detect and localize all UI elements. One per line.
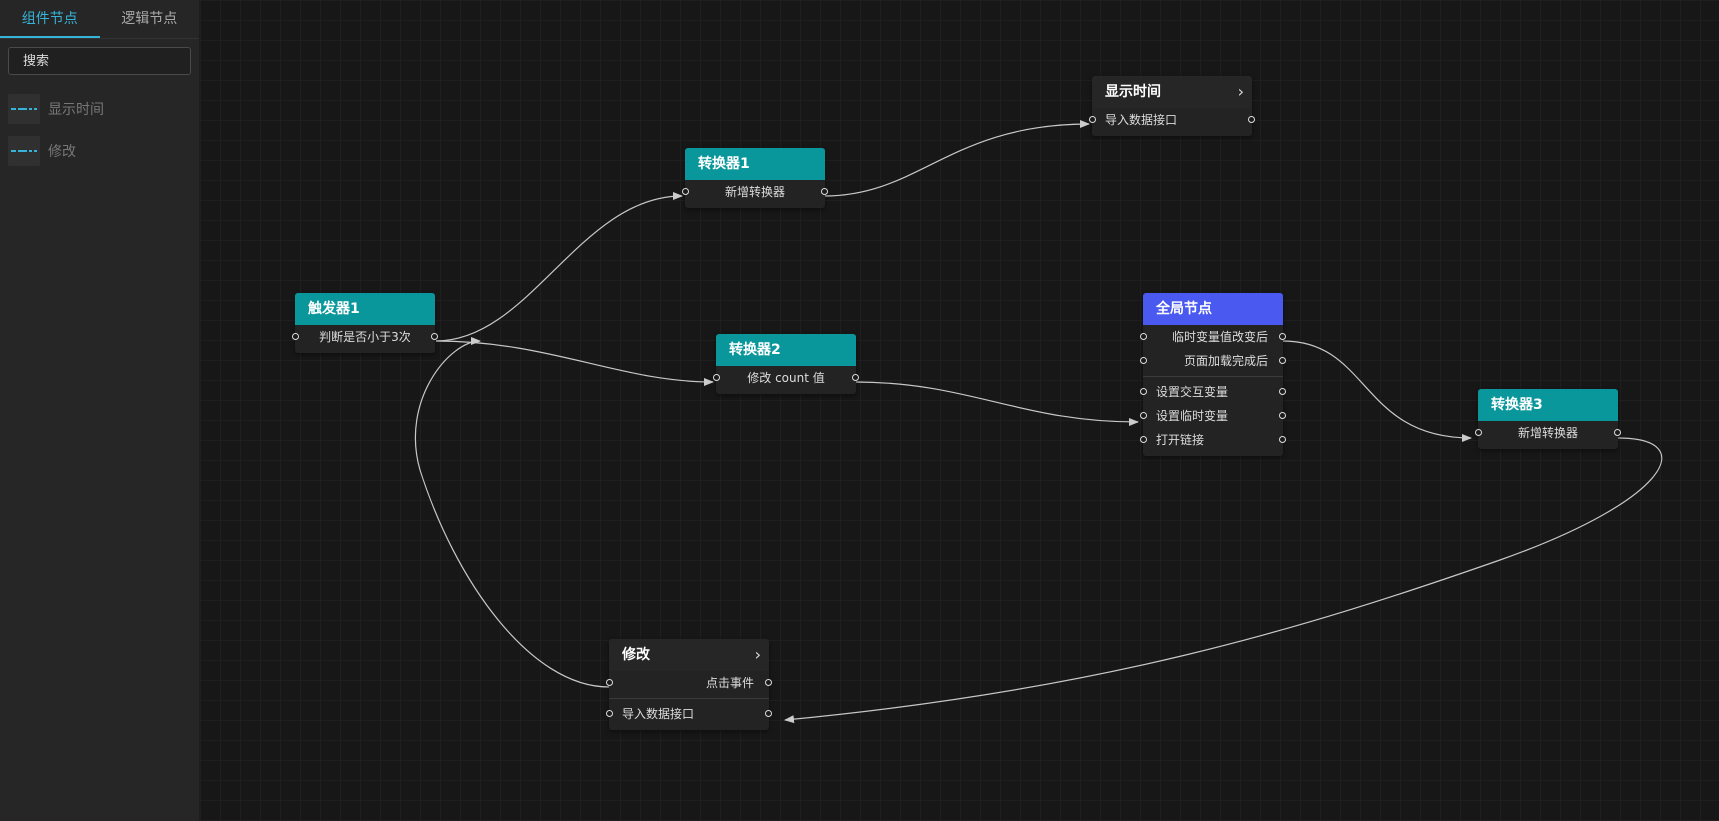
component-thumbnail-icon — [8, 136, 40, 166]
output-port[interactable] — [1279, 357, 1286, 364]
output-port[interactable] — [852, 374, 859, 381]
input-port[interactable] — [1140, 333, 1147, 340]
component-item-label: 修改 — [48, 144, 76, 160]
node-row-label: 设置临时变量 — [1156, 409, 1229, 423]
node-converter1[interactable]: 转换器1 新增转换器 — [682, 148, 828, 208]
node-title: 转换器2 — [716, 334, 856, 366]
node-show-time[interactable]: 显示时间 › 导入数据接口 — [1089, 76, 1255, 136]
node-row-label: 打开链接 — [1156, 433, 1205, 447]
input-port[interactable] — [1140, 412, 1147, 419]
output-port[interactable] — [1279, 388, 1286, 395]
input-port[interactable] — [1089, 116, 1096, 123]
node-converter3[interactable]: 转换器3 新增转换器 — [1475, 389, 1621, 449]
node-row-label: 点击事件 — [705, 676, 754, 690]
input-port[interactable] — [682, 188, 689, 195]
output-port[interactable] — [821, 188, 828, 195]
input-port[interactable] — [713, 374, 720, 381]
chevron-right-icon[interactable]: › — [1238, 76, 1244, 108]
edge-converter1-showtime — [823, 120, 1090, 197]
sidebar-tabs: 组件节点 逻辑节点 — [0, 0, 199, 39]
node-title: 转换器3 — [1478, 389, 1618, 421]
node-row-label: 判断是否小于3次 — [319, 330, 411, 344]
output-port[interactable] — [765, 710, 772, 717]
node-row-label: 设置交互变量 — [1156, 385, 1229, 399]
node-title: 转换器1 — [685, 148, 825, 180]
component-item-label: 显示时间 — [48, 102, 104, 118]
edge-trigger1-converter2 — [435, 340, 714, 386]
input-port[interactable] — [1140, 388, 1147, 395]
node-row: 修改 count 值 — [713, 366, 859, 390]
node-row: 页面加载完成后 — [1140, 349, 1286, 373]
output-port[interactable] — [1279, 436, 1286, 443]
node-divider — [1143, 376, 1283, 377]
edge-converter3-modify — [784, 437, 1663, 724]
flow-canvas[interactable]: 触发器1 判断是否小于3次 转换器1 新增转换器 转换器2 修改 count 值 — [200, 0, 1719, 821]
node-row-label: 修改 count 值 — [747, 371, 825, 385]
node-title: 触发器1 — [295, 293, 435, 325]
node-row: 新增转换器 — [1475, 421, 1621, 445]
output-port[interactable] — [1614, 429, 1621, 436]
node-row-label: 导入数据接口 — [622, 707, 695, 721]
app: 组件节点 逻辑节点 显示时间 修改 — [0, 0, 1719, 821]
node-row: 打开链接 — [1140, 428, 1286, 452]
component-thumbnail-icon — [8, 94, 40, 124]
output-port[interactable] — [765, 679, 772, 686]
input-port[interactable] — [606, 679, 613, 686]
sidebar: 组件节点 逻辑节点 显示时间 修改 — [0, 0, 200, 821]
node-title: 全局节点 — [1143, 293, 1283, 325]
input-port[interactable] — [606, 710, 613, 717]
component-item-show-time[interactable]: 显示时间 — [8, 93, 191, 125]
node-title-text: 显示时间 — [1105, 84, 1161, 100]
node-row: 设置临时变量 — [1140, 404, 1286, 428]
node-row-label: 临时变量值改变后 — [1171, 330, 1268, 344]
output-port[interactable] — [1279, 412, 1286, 419]
node-row-label: 页面加载完成后 — [1183, 354, 1268, 368]
output-port[interactable] — [1279, 333, 1286, 340]
input-port[interactable] — [1140, 436, 1147, 443]
input-port[interactable] — [1140, 357, 1147, 364]
node-title: 显示时间 › — [1092, 76, 1252, 108]
input-port[interactable] — [292, 333, 299, 340]
node-row: 临时变量值改变后 — [1140, 325, 1286, 349]
output-port[interactable] — [1248, 116, 1255, 123]
search-input[interactable] — [8, 47, 191, 75]
node-row-label: 新增转换器 — [724, 185, 785, 199]
node-row: 设置交互变量 — [1140, 380, 1286, 404]
tab-component-nodes[interactable]: 组件节点 — [0, 0, 100, 38]
chevron-right-icon[interactable]: › — [755, 639, 761, 671]
tab-logic-nodes[interactable]: 逻辑节点 — [100, 0, 200, 38]
node-title-text: 修改 — [622, 647, 650, 663]
node-trigger1[interactable]: 触发器1 判断是否小于3次 — [292, 293, 438, 353]
input-port[interactable] — [1475, 429, 1482, 436]
edge-converter2-global — [854, 381, 1139, 426]
node-row-label: 导入数据接口 — [1105, 113, 1178, 127]
node-title: 修改 › — [609, 639, 769, 671]
node-divider — [609, 698, 769, 699]
component-item-modify[interactable]: 修改 — [8, 135, 191, 167]
node-row: 点击事件 — [606, 671, 772, 695]
edge-trigger1-converter1 — [435, 192, 683, 342]
node-row: 导入数据接口 — [606, 702, 772, 726]
node-row: 新增转换器 — [682, 180, 828, 204]
edge-global-converter3 — [1282, 340, 1472, 442]
edge-modify-trigger1 — [414, 337, 610, 688]
node-modify[interactable]: 修改 › 点击事件 导入数据接口 — [606, 639, 772, 730]
node-converter2[interactable]: 转换器2 修改 count 值 — [713, 334, 859, 394]
node-row-label: 新增转换器 — [1517, 426, 1578, 440]
output-port[interactable] — [431, 333, 438, 340]
node-row: 判断是否小于3次 — [292, 325, 438, 349]
node-global[interactable]: 全局节点 临时变量值改变后 页面加载完成后 设置交互变量 设置临时变量 打开链接 — [1140, 293, 1286, 456]
node-row: 导入数据接口 — [1089, 108, 1255, 132]
